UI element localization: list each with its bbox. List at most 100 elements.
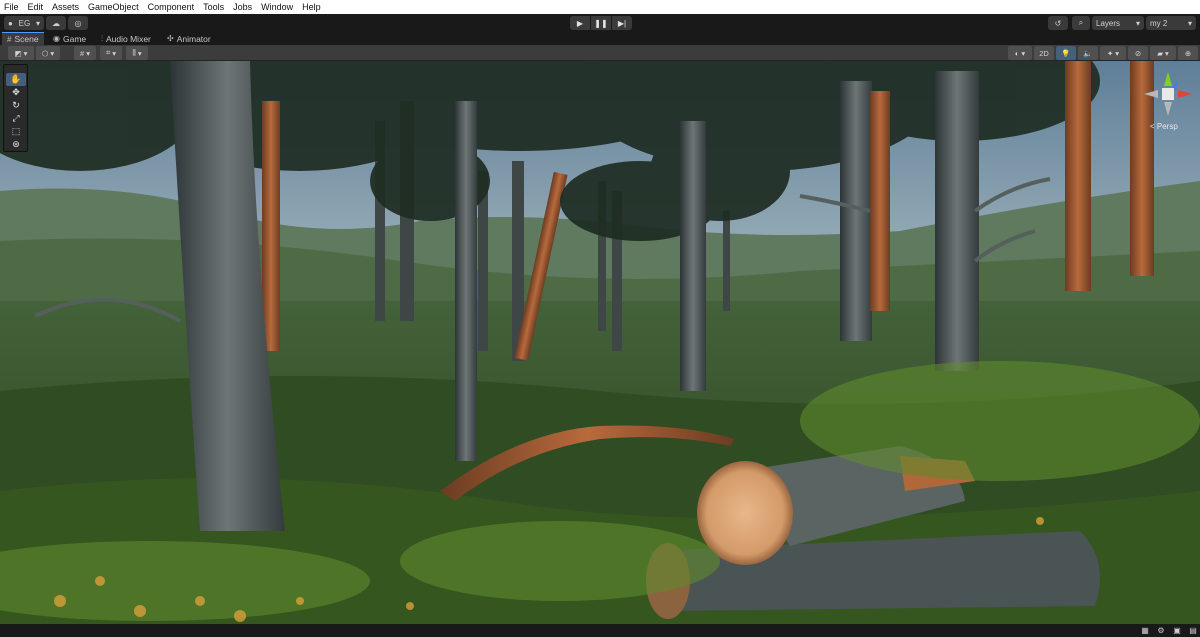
grid-icon: #	[80, 48, 85, 58]
x-axis-cone[interactable]	[1178, 90, 1192, 98]
increment-snap-dropdown[interactable]: ⌗ ▾	[100, 46, 122, 60]
search-icon: ⌕	[1078, 18, 1084, 27]
animator-icon: ✣	[167, 34, 174, 43]
status-bar: ▦ ⚙ ▣ ▤	[0, 624, 1200, 637]
orientation-gizmo[interactable]	[1140, 66, 1196, 126]
move-arrows-icon: ✥	[12, 87, 20, 97]
tab-game[interactable]: ◉ Game	[48, 32, 91, 45]
tab-animator[interactable]: ✣ Animator	[162, 32, 216, 45]
play-button[interactable]: ▶	[570, 16, 590, 30]
menu-assets[interactable]: Assets	[52, 0, 79, 14]
neg-y-axis-cone[interactable]	[1164, 102, 1172, 116]
effects-icon: ✦	[1106, 48, 1114, 58]
rotate-icon: ↻	[12, 100, 20, 110]
cache-server-icon[interactable]: ▣	[1170, 625, 1184, 636]
transform-tool-button[interactable]: ⊛	[6, 138, 26, 151]
sphere-icon: ◐	[1014, 48, 1020, 58]
chevron-down-icon: ▾	[1187, 18, 1192, 28]
gizmo-center-cube[interactable]	[1162, 88, 1174, 100]
forest-scene-render	[0, 61, 1200, 624]
transform-tool-palette: ✋ ✥ ↻ ⤢ ⬚ ⊛	[3, 64, 28, 152]
effects-dropdown[interactable]: ✦ ▾	[1100, 46, 1126, 60]
chevron-down-icon: ▾	[86, 48, 90, 58]
gamepad-icon: ◉	[53, 34, 60, 43]
hand-tool-button[interactable]: ✋	[6, 73, 26, 86]
pause-icon: ❚❚	[594, 18, 608, 28]
step-button[interactable]: ▶|	[612, 16, 632, 30]
camera-settings-dropdown[interactable]: ▰ ▾	[1150, 46, 1176, 60]
layout-label: my 2	[1150, 18, 1168, 28]
menu-jobs[interactable]: Jobs	[233, 0, 252, 14]
tab-scene[interactable]: # Scene	[2, 32, 44, 45]
tab-label: Audio Mixer	[106, 33, 151, 44]
audio-toggle[interactable]: 🔈	[1078, 46, 1098, 60]
chevron-down-icon: ▾	[35, 18, 40, 28]
tab-label: Game	[62, 33, 87, 44]
gizmos-dropdown[interactable]: ⊕	[1178, 46, 1198, 60]
layers-dropdown[interactable]: Layers ▾	[1092, 16, 1144, 30]
y-axis-cone[interactable]	[1164, 72, 1172, 86]
account-label: EG	[18, 18, 31, 28]
playback-controls: ▶ ❚❚ ▶|	[570, 16, 632, 30]
step-icon: ▶|	[617, 18, 627, 28]
toggle-2d-button[interactable]: 2D	[1034, 46, 1054, 60]
cloud-icon: ☁	[52, 18, 60, 28]
draw-mode-dropdown[interactable]: ◩ ▾	[8, 46, 34, 60]
projection-label[interactable]: < Persp	[1150, 122, 1178, 131]
scene-viewport[interactable]	[0, 61, 1200, 624]
chevron-down-icon: ▾	[1135, 18, 1140, 28]
menu-bar: File Edit Assets GameObject Component To…	[0, 0, 1200, 14]
account-dropdown[interactable]: ● EG ▾	[4, 16, 44, 30]
camera-icon: ▰	[1157, 48, 1163, 58]
undo-history-button[interactable]: ↺	[1048, 16, 1068, 30]
mode-2d-label: 2D	[1039, 48, 1049, 58]
menu-component[interactable]: Component	[148, 0, 195, 14]
menu-edit[interactable]: Edit	[28, 0, 44, 14]
search-button[interactable]: ⌕	[1072, 16, 1090, 30]
tab-label: Scene	[14, 34, 39, 44]
lighting-toggle[interactable]: 💡	[1056, 46, 1076, 60]
chevron-down-icon: ▾	[112, 48, 116, 58]
grid-snap-dropdown[interactable]: # ▾	[74, 46, 96, 60]
lightbulb-icon: 💡	[1061, 48, 1071, 58]
chevron-down-icon: ▾	[137, 48, 142, 58]
pause-button[interactable]: ❚❚	[591, 16, 611, 30]
transform-icon: ⊛	[12, 139, 20, 149]
layout-dropdown[interactable]: my 2 ▾	[1146, 16, 1196, 30]
globe-icon: ⊕	[1184, 48, 1192, 58]
shading-mode-dropdown[interactable]: ◐ ▾	[1008, 46, 1032, 60]
align-icon: ⫼	[132, 48, 136, 57]
cloud-button[interactable]: ☁	[46, 16, 66, 30]
chevron-down-icon: ▾	[50, 48, 55, 58]
tab-label: Animator	[176, 33, 211, 44]
move-tool-button[interactable]: ✥	[6, 86, 26, 99]
render-mode-dropdown[interactable]: ⬡ ▾	[36, 46, 60, 60]
rect-icon: ⬚	[11, 126, 21, 136]
menu-window[interactable]: Window	[261, 0, 293, 14]
scale-tool-button[interactable]: ⤢	[6, 112, 26, 125]
rotate-tool-button[interactable]: ↻	[6, 99, 26, 112]
debug-mode-icon[interactable]: ⚙	[1154, 625, 1168, 636]
cube-icon: ⬡	[41, 48, 49, 58]
align-tool-dropdown[interactable]: ⫼ ▾	[126, 46, 148, 60]
menu-help[interactable]: Help	[302, 0, 321, 14]
neg-x-axis-cone[interactable]	[1144, 90, 1158, 98]
eye-slash-icon: ⊘	[1134, 48, 1142, 58]
menu-tools[interactable]: Tools	[203, 0, 224, 14]
hidden-objects-toggle[interactable]: ⊘	[1128, 46, 1148, 60]
scene-view-toolbar: ◩ ▾ ⬡ ▾ # ▾ ⌗ ▾ ⫼ ▾ ◐ ▾ 2D 💡 🔈 ✦ ▾ ⊘ ▰ ▾ ⊕	[0, 45, 1200, 61]
play-icon: ▶	[576, 18, 584, 28]
progress-icon[interactable]: ▦	[1138, 625, 1152, 636]
account-icon: ●	[8, 18, 13, 28]
collab-button[interactable]: ◎	[68, 16, 88, 30]
rect-tool-button[interactable]: ⬚	[6, 125, 26, 138]
menu-file[interactable]: File	[4, 0, 19, 14]
hand-icon: ✋	[10, 74, 22, 84]
menu-gameobject[interactable]: GameObject	[88, 0, 139, 14]
notification-icon[interactable]: ▤	[1186, 625, 1200, 636]
speaker-icon: 🔈	[1083, 48, 1093, 58]
scale-icon: ⤢	[12, 113, 20, 123]
chevron-down-icon: ▾	[23, 48, 28, 58]
tab-audio-mixer[interactable]: ⫶ Audio Mixer	[96, 32, 156, 45]
mixer-icon: ⫶	[101, 33, 103, 43]
